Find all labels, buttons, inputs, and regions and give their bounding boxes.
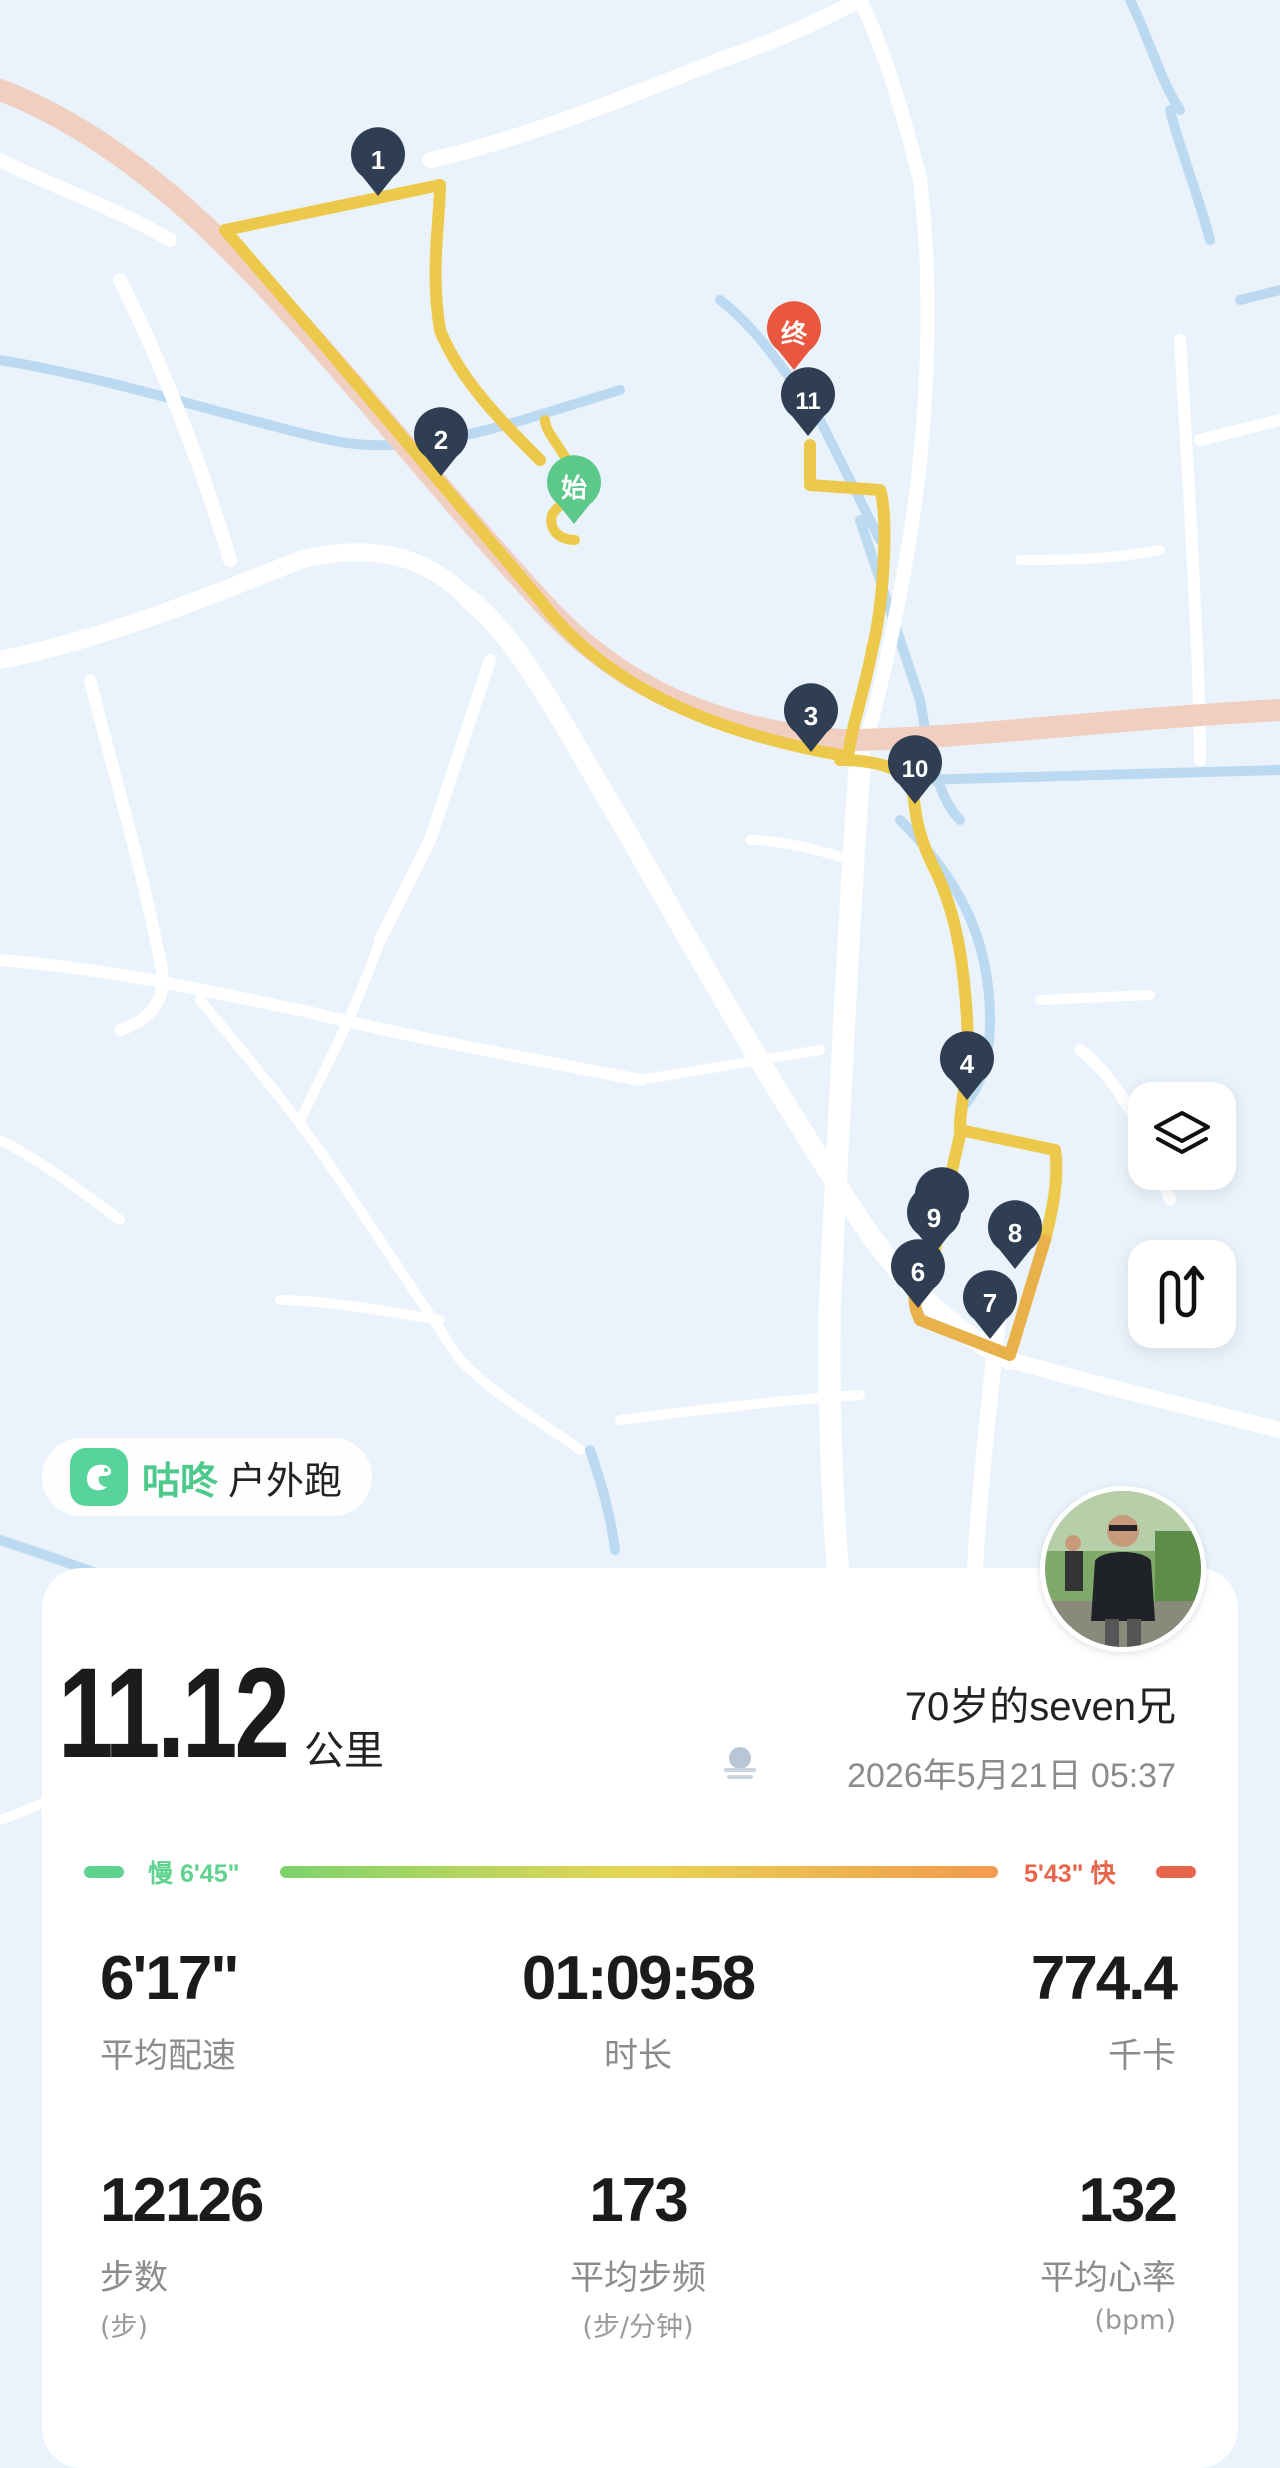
lap-marker-2-label: 2: [434, 425, 448, 455]
stat-heart-rate: 132 平均心率 (bpm): [836, 2166, 1178, 2337]
lap-marker-10-label: 10: [902, 756, 929, 783]
lap-marker-9-label: 9: [927, 1203, 941, 1233]
lap-marker-8-label: 8: [1008, 1218, 1022, 1248]
layers-icon: [1154, 1111, 1210, 1154]
calories-label: 千卡: [1108, 2036, 1176, 2076]
lap-marker-4-label: 4: [960, 1049, 975, 1079]
lap-marker-7-label: 7: [983, 1288, 997, 1318]
brand-badge: 咕咚 户外跑: [42, 1438, 372, 1516]
stat-duration: 01:09:58 时长: [468, 1948, 808, 2077]
brand-name: 咕咚: [142, 1458, 219, 1503]
fast-pace-swatch: [1156, 1866, 1196, 1878]
distance-unit: 公里: [304, 1728, 384, 1774]
cadence-unit: (步/分钟): [582, 2312, 694, 2343]
avatar[interactable]: [1040, 1486, 1206, 1652]
start-marker-label: 始: [561, 473, 587, 503]
user-name[interactable]: 70岁的seven兄: [905, 1674, 1176, 1732]
stat-cadence: 173 平均步频 (步/分钟): [468, 2170, 808, 2344]
steps-label: 步数: [100, 2258, 168, 2298]
cadence-label: 平均步频: [570, 2258, 706, 2298]
activity-datetime: 2026年5月21日 05:37: [847, 1757, 1176, 1795]
end-marker-label: 终: [781, 319, 808, 349]
heart-rate-value: 132: [1078, 2166, 1178, 2235]
route-toggle-button[interactable]: [1128, 1240, 1236, 1348]
route-toggle-icon: [1159, 1265, 1205, 1325]
heart-rate-label: 平均心率: [1040, 2258, 1176, 2298]
cloudy-icon: [724, 1747, 756, 1779]
duration-value: 01:09:58: [521, 1944, 756, 2013]
avg-pace-label: 平均配速: [100, 2036, 236, 2076]
pace-legend: 慢 6'45" 5'43" 快: [84, 1852, 1196, 1892]
slow-pace-label: 慢 6'45": [148, 1860, 240, 1888]
calories-value: 774.4: [1030, 1944, 1178, 2013]
cadence-value: 173: [589, 2166, 688, 2235]
fast-pace-label: 5'43" 快: [1024, 1860, 1116, 1888]
stat-avg-pace: 6'17" 平均配速: [100, 1948, 440, 2077]
steps-unit: (步): [100, 2312, 149, 2343]
lap-marker-3-label: 3: [804, 701, 818, 731]
codoon-bird-icon: [70, 1448, 128, 1506]
lap-marker-11-label: 11: [795, 388, 820, 415]
activity-mode: 户外跑: [228, 1458, 343, 1503]
stat-calories: 774.4 千卡: [836, 1944, 1178, 2077]
distance-value: 11.12: [58, 1642, 290, 1785]
steps-value: 12126: [100, 2166, 264, 2235]
slow-pace-swatch: [84, 1866, 124, 1878]
stat-steps: 12126 步数 (步): [100, 2170, 440, 2344]
lap-marker-6-label: 6: [911, 1257, 925, 1287]
heart-rate-unit: (bpm): [1094, 2305, 1176, 2336]
duration-label: 时长: [604, 2036, 672, 2076]
pace-gradient-bar: [280, 1866, 998, 1878]
avg-pace-value: 6'17": [100, 1944, 240, 2013]
lap-marker-1-label: 1: [371, 145, 385, 175]
map-layers-button[interactable]: [1128, 1082, 1236, 1190]
